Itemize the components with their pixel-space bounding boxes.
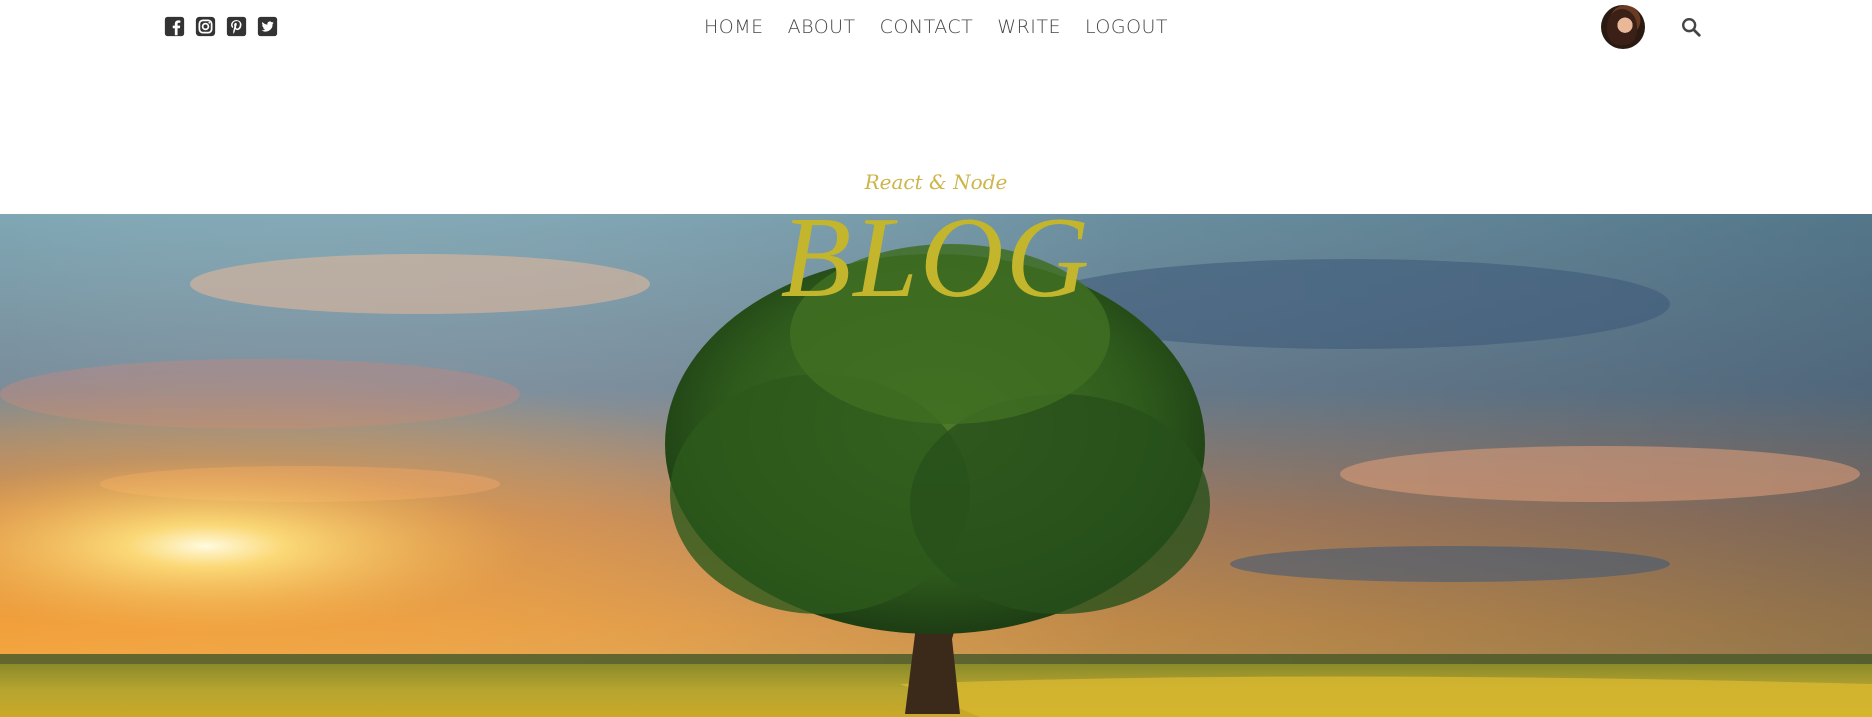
main-nav: HOME ABOUT CONTACT WRITE LOGOUT xyxy=(0,0,1872,54)
header-title: BLOG xyxy=(780,194,1092,322)
header-titles: React & Node xyxy=(0,170,1872,194)
header-subtitle: React & Node xyxy=(864,170,1008,194)
nav-logout[interactable]: LOGOUT xyxy=(1085,16,1168,38)
nav-contact[interactable]: CONTACT xyxy=(880,16,974,38)
nav-write[interactable]: WRITE xyxy=(997,16,1061,38)
search-icon[interactable] xyxy=(1680,16,1702,38)
top-bar: HOME ABOUT CONTACT WRITE LOGOUT xyxy=(0,0,1872,54)
nav-about[interactable]: ABOUT xyxy=(788,16,856,38)
nav-home[interactable]: HOME xyxy=(704,16,764,38)
avatar[interactable] xyxy=(1601,5,1645,49)
